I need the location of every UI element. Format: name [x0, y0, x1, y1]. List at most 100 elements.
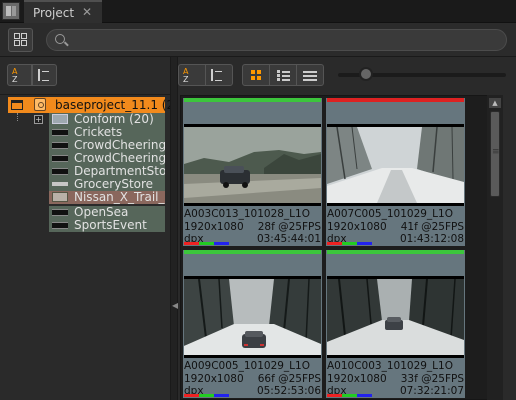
clip-resolution: 1920x1080	[327, 221, 387, 233]
clip-timecode: 05:52:53:06	[256, 385, 321, 397]
sort-alpha-button[interactable]: AZ	[178, 64, 206, 86]
vertical-scrollbar[interactable]: ▲	[487, 95, 503, 400]
detail-list-icon	[276, 69, 290, 81]
clip-name: A003C013_101028_L1O	[184, 208, 310, 220]
thumbnail-grid: A003C013_101028_L1O 1920x1080 28f @25FPS…	[180, 95, 502, 400]
list-view-button[interactable]	[296, 64, 324, 86]
tab-label: Project	[33, 6, 75, 20]
status-strip	[184, 98, 321, 102]
panel-menu-icon[interactable]	[2, 2, 20, 20]
tab-project[interactable]: Project ✕	[24, 0, 102, 23]
clip-meta: A009C005_101029_L1O 1920x1080 66f @25FPS…	[183, 358, 322, 398]
tree-item-crowdcheering[interactable]: CrowdCheering	[49, 139, 165, 152]
grid-icon	[21, 40, 27, 46]
panel-splitter[interactable]: ◀	[170, 57, 178, 400]
thumbnail-view-button[interactable]	[242, 64, 270, 86]
tree-root-label: baseproject_11.1 (2	[55, 98, 175, 112]
clip-thumbnail	[184, 276, 321, 358]
project-icon	[34, 98, 46, 111]
search-input[interactable]	[75, 32, 495, 48]
search-icon	[55, 34, 65, 44]
clip-frames-fps: 66f @25FPS	[257, 373, 321, 385]
clip-thumbnail	[327, 276, 464, 358]
clip-card[interactable]: A010C003_101029_L1O 1920x1080 33f @25FPS…	[326, 250, 465, 398]
clip-card[interactable]: A003C013_101028_L1O 1920x1080 28f @25FPS…	[183, 98, 322, 246]
slider-handle[interactable]	[359, 67, 373, 81]
folder-icon	[52, 114, 68, 124]
tree-toolbar: AZ	[0, 57, 170, 94]
grid-icon	[21, 33, 27, 39]
clip-resolution: 1920x1080	[184, 373, 244, 385]
detail-view-button[interactable]	[269, 64, 297, 86]
sort-direction-button[interactable]	[205, 64, 233, 86]
tree-item-label: SportsEvent	[74, 219, 147, 232]
project-tree-panel: AZ baseproject_11.1 (2 + Conform (20) Cr…	[0, 57, 174, 400]
grid-icon	[14, 40, 20, 46]
clip-frames-fps: 41f @25FPS	[400, 221, 464, 233]
scroll-thumb[interactable]	[490, 111, 500, 197]
clip-icon	[52, 155, 68, 162]
divider	[0, 94, 170, 95]
list-icon	[303, 69, 317, 81]
clip-resolution: 1920x1080	[327, 373, 387, 385]
thumbnail-grid-icon	[249, 69, 263, 81]
channel-indicator	[327, 242, 372, 245]
clip-meta: A010C003_101029_L1O 1920x1080 33f @25FPS…	[326, 358, 465, 398]
clip-name: A007C005_101029_L1O	[327, 208, 453, 220]
clip-meta: A007C005_101029_L1O 1920x1080 41f @25FPS…	[326, 206, 465, 246]
sort-direction-button[interactable]	[32, 64, 57, 86]
tree-item-opensea[interactable]: OpenSea	[49, 206, 165, 219]
tree-item-crickets[interactable]: Crickets	[49, 126, 165, 139]
clip-resolution: 1920x1080	[184, 221, 244, 233]
grid-icon	[14, 33, 20, 39]
tree-connector	[17, 113, 18, 121]
status-strip	[327, 98, 464, 102]
clip-frames-fps: 33f @25FPS	[400, 373, 464, 385]
search-field[interactable]	[46, 29, 507, 51]
close-icon[interactable]: ✕	[82, 5, 92, 19]
sort-direction-icon	[211, 69, 223, 81]
status-strip	[327, 250, 464, 254]
clip-timecode: 01:43:12:08	[399, 233, 464, 245]
tree-item-conform[interactable]: Conform (20)	[49, 113, 165, 126]
tree-item-label: Crickets	[74, 126, 123, 139]
top-toolbar	[0, 23, 516, 57]
sort-alpha-button[interactable]: AZ	[7, 64, 32, 86]
tree-item-label: Conform (20)	[74, 113, 154, 126]
tree-root-project[interactable]: baseproject_11.1 (2	[8, 97, 174, 113]
tree-item-label: CrowdCheering2	[74, 152, 165, 165]
channel-indicator	[327, 394, 372, 397]
tree-item-crowdcheering2[interactable]: CrowdCheering2	[49, 152, 165, 165]
channel-indicator	[184, 242, 229, 245]
tree-item-departmentstore[interactable]: DepartmentStore	[49, 165, 165, 178]
tree-item-sportsevent[interactable]: SportsEvent	[49, 219, 165, 232]
tree-item-label: GroceryStore	[74, 178, 154, 191]
project-tree: baseproject_11.1 (2 + Conform (20) Crick…	[3, 97, 174, 397]
tab-bar: Project ✕	[0, 0, 516, 23]
scroll-up-icon[interactable]: ▲	[489, 98, 501, 108]
clip-timecode: 07:32:21:07	[399, 385, 464, 397]
clip-name: A009C005_101029_L1O	[184, 360, 310, 372]
channel-indicator	[184, 394, 229, 397]
clip-icon	[52, 129, 68, 136]
expand-icon[interactable]: +	[34, 115, 43, 124]
status-strip	[184, 250, 321, 254]
layout-toggle-button[interactable]	[8, 28, 33, 52]
clip-icon	[52, 209, 68, 216]
sort-alpha-icon: AZ	[12, 67, 18, 84]
tree-item-label: CrowdCheering	[74, 139, 165, 152]
tree-item-label: OpenSea	[74, 206, 129, 219]
clip-icon	[52, 182, 68, 186]
sort-alpha-icon: AZ	[183, 67, 189, 84]
tree-item-label: DepartmentStore	[74, 165, 165, 178]
tree-item-label: Nissan_X_Trail_	[74, 191, 165, 204]
tree-item-nissan[interactable]: Nissan_X_Trail_	[49, 191, 165, 204]
clip-card[interactable]: A007C005_101029_L1O 1920x1080 41f @25FPS…	[326, 98, 465, 246]
clip-name: A010C003_101029_L1O	[327, 360, 453, 372]
clip-icon	[52, 142, 68, 149]
tree-item-grocerystore[interactable]: GroceryStore	[49, 178, 165, 191]
clip-meta: A003C013_101028_L1O 1920x1080 28f @25FPS…	[183, 206, 322, 246]
clip-card[interactable]: A009C005_101029_L1O 1920x1080 66f @25FPS…	[183, 250, 322, 398]
clip-icon	[52, 168, 68, 175]
clip-browser-panel: AZ A003C013_101028_L1O 1920x1080 28f @25…	[178, 57, 516, 400]
